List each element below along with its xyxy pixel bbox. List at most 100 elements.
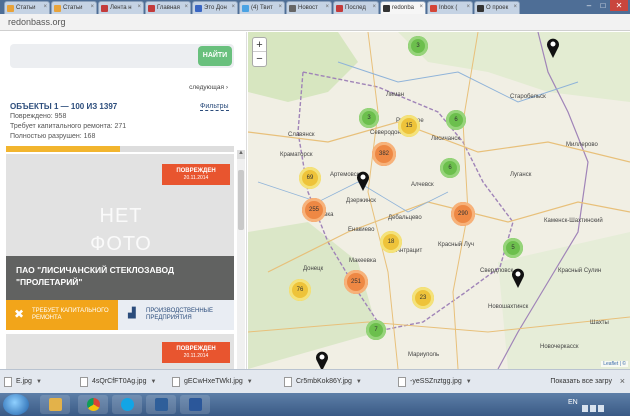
media-player-icon[interactable] [146,395,176,414]
minimize-button[interactable]: – [582,0,596,11]
download-item[interactable]: gECwHxeTWkI.jpg ▼ [170,374,253,390]
word-icon[interactable] [180,395,210,414]
browser-tab[interactable]: Главная × [145,1,191,14]
browser-tab[interactable]: Inbox (× [427,1,473,14]
map-cluster-marker[interactable]: 15 [398,115,420,137]
map-city-label: Свердловск [480,268,514,274]
language-indicator[interactable]: EN [568,399,578,406]
map-marker-pin-icon[interactable] [355,170,371,192]
tab-close-icon[interactable]: × [43,4,47,10]
search-input[interactable]: НАЙТИ [10,44,234,68]
file-icon [284,377,292,387]
zoom-out-button[interactable]: − [253,52,266,66]
chevron-down-icon[interactable]: ▼ [466,379,472,385]
start-button[interactable] [3,394,29,415]
map-city-label: Новошахтинск [488,304,529,310]
browser-tab[interactable]: redonba × [380,1,426,14]
show-all-downloads-link[interactable]: Показать все загру [550,378,612,385]
download-item[interactable]: 4sQrCfFT0Ag.jpg ▼ [78,374,156,390]
tab-close-icon[interactable]: × [90,4,94,10]
map-marker-pin-icon[interactable] [314,350,330,369]
skype-icon[interactable] [112,395,142,414]
tray-volume-icon[interactable] [598,405,604,412]
address-bar[interactable]: redonbass.org [0,14,630,31]
factory-icon: ▟ [128,308,136,319]
download-item[interactable]: Cr5mbKok86Y.jpg ▼ [282,374,362,390]
tab-close-icon[interactable]: × [231,4,235,10]
browser-tab[interactable]: Лента н × [98,1,144,14]
tab-close-icon[interactable]: × [137,4,141,10]
map-cluster-marker[interactable]: 290 [451,202,475,226]
maximize-button[interactable]: □ [596,0,610,11]
map-marker-pin-icon[interactable] [545,37,561,59]
scroll-up-icon[interactable]: ▲ [237,150,245,159]
chevron-down-icon[interactable]: ▼ [356,379,362,385]
download-item[interactable]: E.jpg ▼ [2,374,42,390]
map-cluster-marker[interactable]: 6 [440,158,460,178]
zoom-control: + − [252,37,267,67]
map-cluster-marker[interactable]: 255 [302,198,326,222]
status-badge-2: ПОВРЕЖДЕН 20.11.2014 [162,342,230,363]
tab-label: redonba [392,5,415,11]
map-attribution[interactable]: Leaflet | © [601,361,628,367]
map-cluster-marker[interactable]: 69 [299,167,321,189]
browser-tab[interactable]: Статьи × [4,1,50,14]
browser-tab[interactable]: (4) Твит × [239,1,285,14]
map-cluster-marker[interactable]: 382 [372,142,396,166]
tab-close-icon[interactable]: × [325,4,329,10]
explorer-icon[interactable] [40,395,70,414]
status-badge-2-date: 20.11.2014 [183,353,209,359]
tray-network-icon[interactable] [590,405,596,412]
system-tray[interactable] [582,399,626,412]
object-card[interactable]: ПОВРЕЖДЕН 20.11.2014 НЕТ ФОТО ПАО "ЛИСИЧ… [6,154,234,330]
map-cluster-marker[interactable]: 76 [289,279,311,301]
browser-tab[interactable]: Статьи × [51,1,97,14]
chevron-down-icon[interactable]: ▼ [36,379,42,385]
close-window-button[interactable]: ✕ [610,0,628,11]
map-cluster-marker[interactable]: 251 [344,270,368,294]
close-download-bar-icon[interactable]: × [620,376,625,386]
tag-repair[interactable]: ✖ ТРЕБУЕТ КАПИТАЛЬНОГО РЕМОНТА [6,300,118,330]
map-cluster-marker[interactable]: 7 [366,320,386,340]
map-cluster-marker[interactable]: 23 [412,287,434,309]
download-bar: E.jpg ▼ 4sQrCfFT0Ag.jpg ▼ gECwHxeTWkI.jpg ▼ Cr… [0,369,630,393]
map-marker-pin-icon[interactable] [510,267,526,289]
tab-label: Новост [298,5,318,11]
tag-category[interactable]: ▟ ПРОИЗВОДСТВЕННЫЕ ПРЕДПРИЯТИЯ [118,300,234,330]
browser-tab[interactable]: Послед × [333,1,379,14]
chevron-down-icon[interactable]: ▼ [150,379,156,385]
tab-close-icon[interactable]: × [184,4,188,10]
map-cluster-marker[interactable]: 18 [380,231,402,253]
search-button[interactable]: НАЙТИ [198,46,232,66]
wrench-icon: ✖ [14,307,25,321]
object-name[interactable]: ПАО "ЛИСИЧАНСКИЙ СТЕКЛОЗАВОД "ПРОЛЕТАРИЙ… [6,256,234,300]
map-cluster-marker[interactable]: 3 [359,108,379,128]
tab-close-icon[interactable]: × [466,4,470,10]
chrome-icon[interactable] [78,395,108,414]
next-page-link[interactable]: следующая › [189,84,228,91]
tab-close-icon[interactable]: × [372,4,376,10]
filters-link[interactable]: Фильтры [200,103,229,111]
map-cluster-marker[interactable]: 6 [446,110,466,130]
chevron-down-icon[interactable]: ▼ [247,379,253,385]
tab-close-icon[interactable]: × [278,4,282,10]
map-city-label: Макеевка [349,258,377,264]
map-cluster-marker[interactable]: 3 [408,36,428,56]
browser-tab[interactable]: О проек × [474,1,520,14]
download-item[interactable]: -yeSSZnztgg.jpg ▼ [396,374,472,390]
tab-close-icon[interactable]: × [419,4,423,10]
url-text[interactable]: redonbass.org [8,17,66,27]
tray-flag-icon[interactable] [582,405,588,412]
map-city-label: Старобельск [510,94,546,100]
object-card-2[interactable]: ПОВРЕЖДЕН 20.11.2014 [6,334,234,369]
map-cluster-marker[interactable]: 5 [503,238,523,258]
zoom-in-button[interactable]: + [253,38,266,52]
browser-tab[interactable]: Новост × [286,1,332,14]
sidebar-scrollbar[interactable]: ▲ [237,150,245,369]
tab-close-icon[interactable]: × [513,4,517,10]
browser-tab[interactable]: Это Дон × [192,1,238,14]
tab-favicon-icon [54,5,61,12]
tag-category-label: ПРОИЗВОДСТВЕННЫЕ ПРЕДПРИЯТИЯ [146,308,213,321]
map[interactable]: СтаробельскЛиманРубежноеСеверодонецкСлав… [248,32,630,369]
scroll-thumb[interactable] [238,170,244,230]
